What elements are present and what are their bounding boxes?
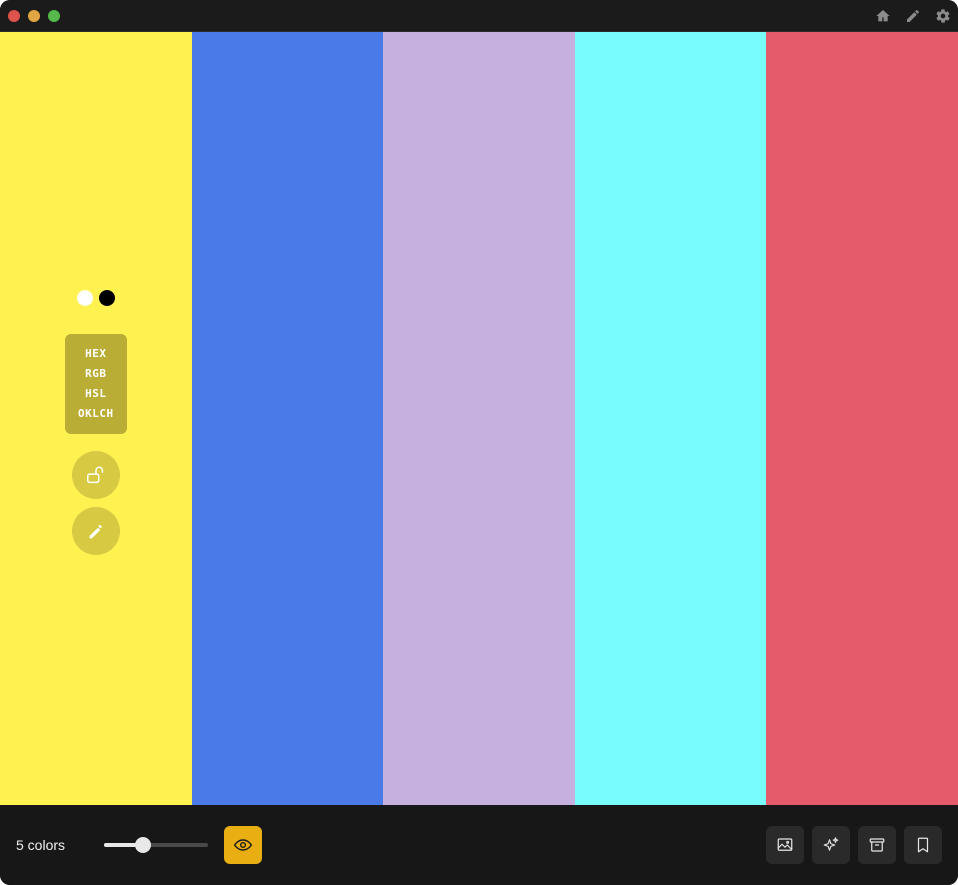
edit-color-button[interactable]	[71, 507, 120, 555]
window-close-button[interactable]	[8, 10, 20, 22]
swatch-tools: HEX RGB HSL OKLCH	[0, 290, 192, 555]
color-swatch-3[interactable]	[383, 32, 575, 805]
color-swatch-4[interactable]	[574, 32, 767, 805]
bookmark-button[interactable]	[904, 826, 942, 864]
bookmark-icon	[917, 837, 929, 853]
app-window: HEX RGB HSL OKLCH 5 colors	[0, 0, 958, 885]
sparkle-icon	[823, 837, 839, 851]
color-count-label: 5 colors	[16, 837, 66, 853]
color-count-slider[interactable]	[104, 837, 208, 853]
archive-button[interactable]	[858, 826, 896, 864]
lock-toggle-button[interactable]	[71, 451, 120, 499]
unlock-icon	[86, 466, 103, 484]
home-icon[interactable]	[874, 7, 892, 25]
preview-button[interactable]	[224, 826, 262, 864]
color-format-menu: HEX RGB HSL OKLCH	[64, 334, 127, 434]
window-maximize-button[interactable]	[48, 10, 60, 22]
pencil-icon	[89, 524, 102, 539]
generate-button[interactable]	[812, 826, 850, 864]
slider-thumb[interactable]	[135, 837, 151, 853]
image-icon	[777, 838, 793, 851]
format-hex[interactable]: HEX	[85, 347, 106, 361]
archive-icon	[869, 838, 885, 852]
bottom-toolbar: 5 colors	[0, 805, 958, 885]
format-rgb[interactable]: RGB	[85, 367, 106, 381]
eye-icon	[233, 839, 253, 851]
color-swatch-5[interactable]	[766, 32, 958, 805]
color-swatch-1[interactable]: HEX RGB HSL OKLCH	[0, 32, 192, 805]
title-bar	[0, 0, 958, 32]
gear-icon[interactable]	[934, 7, 952, 25]
color-swatch-2[interactable]	[191, 32, 384, 805]
format-oklch[interactable]: OKLCH	[78, 407, 114, 421]
window-minimize-button[interactable]	[28, 10, 40, 22]
image-button[interactable]	[766, 826, 804, 864]
palette: HEX RGB HSL OKLCH	[0, 32, 958, 805]
black-contrast-dot[interactable]	[98, 290, 115, 306]
white-contrast-dot[interactable]	[76, 290, 93, 306]
format-hsl[interactable]: HSL	[85, 387, 106, 401]
contrast-dots	[76, 290, 115, 306]
pencil-icon[interactable]	[904, 7, 922, 25]
